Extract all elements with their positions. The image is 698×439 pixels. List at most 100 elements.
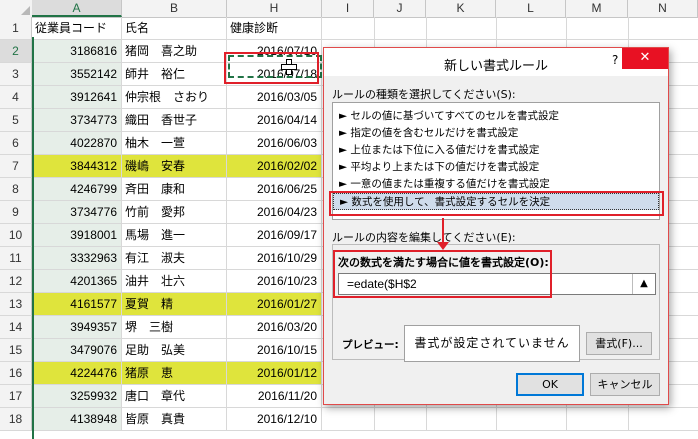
cell-name[interactable]: 仲宗根 さおり	[122, 86, 227, 109]
cell-name[interactable]: 竹前 愛邦	[122, 201, 227, 224]
cell-health-check-date[interactable]: 2016/09/17	[227, 224, 322, 247]
ok-button[interactable]: OK	[516, 373, 584, 396]
cell-employee-code[interactable]: 3949357	[32, 316, 122, 339]
row-header[interactable]: 3	[0, 63, 32, 86]
cell-name[interactable]: 柚木 一萱	[122, 132, 227, 155]
cell-health-check-date[interactable]: 2016/01/27	[227, 293, 322, 316]
close-icon[interactable]: ✕	[622, 48, 668, 69]
cell-employee-code[interactable]: 4201365	[32, 270, 122, 293]
row-header[interactable]: 13	[0, 293, 32, 316]
cell-name[interactable]: 有江 淑夫	[122, 247, 227, 270]
row-header[interactable]: 16	[0, 362, 32, 385]
cell-name[interactable]: 猪原 恵	[122, 362, 227, 385]
cell-employee-code[interactable]: 3912641	[32, 86, 122, 109]
row-header[interactable]: 14	[0, 316, 32, 339]
header-cell-employee-code[interactable]: 従業員コード	[32, 17, 122, 40]
row-header[interactable]: 11	[0, 247, 32, 270]
dialog-titlebar: 新しい書式ルール ? ✕	[324, 48, 668, 76]
row-header[interactable]: 18	[0, 408, 32, 431]
rule-type-item[interactable]: ► 平均より上または下の値だけを書式設定	[333, 159, 659, 176]
cell-name[interactable]: 油井 壮六	[122, 270, 227, 293]
cell-name[interactable]: 織田 香世子	[122, 109, 227, 132]
column-header-n[interactable]: N	[628, 0, 698, 17]
cell-employee-code[interactable]: 3332963	[32, 247, 122, 270]
cell-health-check-date[interactable]: 2016/03/05	[227, 86, 322, 109]
row-header[interactable]: 1	[0, 17, 32, 40]
cell-name[interactable]: 足助 弘美	[122, 339, 227, 362]
column-header-b[interactable]: B	[122, 0, 227, 17]
column-header-h[interactable]: H	[227, 0, 322, 17]
select-all-corner[interactable]	[0, 0, 33, 17]
cell-name[interactable]: 磯嶋 安春	[122, 155, 227, 178]
cell-health-check-date[interactable]: 2016/03/20	[227, 316, 322, 339]
row-header[interactable]: 12	[0, 270, 32, 293]
cell-name[interactable]: 夏賀 精	[122, 293, 227, 316]
cell-employee-code[interactable]: 3186816	[32, 40, 122, 63]
cell-employee-code[interactable]: 3552142	[32, 63, 122, 86]
annotation-arrow-head	[437, 242, 449, 250]
cell-name[interactable]: 師井 裕仁	[122, 63, 227, 86]
empty-row-cells[interactable]	[322, 17, 698, 40]
format-button[interactable]: 書式(F)...	[586, 332, 652, 355]
cell-name[interactable]: 唐口 章代	[122, 385, 227, 408]
cell-health-check-date[interactable]: 2016/04/23	[227, 201, 322, 224]
cell-health-check-date[interactable]: 2016/01/12	[227, 362, 322, 385]
row-header[interactable]: 4	[0, 86, 32, 109]
preview-label: プレビュー:	[342, 339, 399, 351]
row-header[interactable]: 9	[0, 201, 32, 224]
column-header-j[interactable]: J	[374, 0, 426, 17]
cell-employee-code[interactable]: 3734773	[32, 109, 122, 132]
cell-health-check-date[interactable]: 2016/06/03	[227, 132, 322, 155]
rule-type-item[interactable]: ► 指定の値を含むセルだけを書式設定	[333, 125, 659, 142]
cell-health-check-date[interactable]: 2016/02/02	[227, 155, 322, 178]
collapse-dialog-icon[interactable]: ▲	[632, 274, 655, 294]
cell-employee-code[interactable]: 3734776	[32, 201, 122, 224]
cell-health-check-date[interactable]: 2016/06/25	[227, 178, 322, 201]
cell-employee-code[interactable]: 3479076	[32, 339, 122, 362]
rule-type-item[interactable]: ► 上位または下位に入る値だけを書式設定	[333, 142, 659, 159]
cell-name[interactable]: 皆原 真貴	[122, 408, 227, 431]
cell-employee-code[interactable]: 3844312	[32, 155, 122, 178]
cell-name[interactable]: 猪岡 喜之助	[122, 40, 227, 63]
row-header[interactable]: 5	[0, 109, 32, 132]
help-icon[interactable]: ?	[612, 53, 618, 67]
row-header[interactable]: 7	[0, 155, 32, 178]
cell-employee-code[interactable]: 4138948	[32, 408, 122, 431]
column-header-i[interactable]: I	[322, 0, 374, 17]
header-cell-name[interactable]: 氏名	[122, 17, 227, 40]
cell-name[interactable]: 斉田 康和	[122, 178, 227, 201]
empty-row-cells[interactable]	[322, 408, 698, 431]
rule-type-item[interactable]: ► セルの値に基づいてすべてのセルを書式設定	[333, 108, 659, 125]
cell-employee-code[interactable]: 3918001	[32, 224, 122, 247]
new-format-rule-dialog: 新しい書式ルール ? ✕ ルールの種類を選択してください(S): ► セルの値に…	[323, 47, 669, 405]
cell-cursor-icon	[281, 59, 297, 75]
cell-health-check-date[interactable]: 2016/10/15	[227, 339, 322, 362]
cell-health-check-date[interactable]: 2016/10/23	[227, 270, 322, 293]
cell-name[interactable]: 堺 三樹	[122, 316, 227, 339]
cell-employee-code[interactable]: 4022870	[32, 132, 122, 155]
annotation-box-h2	[224, 52, 319, 84]
edit-rule-label: ルールの内容を編集してください(E):	[332, 231, 516, 244]
row-header[interactable]: 6	[0, 132, 32, 155]
row-header[interactable]: 15	[0, 339, 32, 362]
column-header-m[interactable]: M	[566, 0, 628, 17]
row-header[interactable]: 17	[0, 385, 32, 408]
cell-employee-code[interactable]: 4161577	[32, 293, 122, 316]
cell-health-check-date[interactable]: 2016/04/14	[227, 109, 322, 132]
cell-employee-code[interactable]: 3259932	[32, 385, 122, 408]
cell-health-check-date[interactable]: 2016/10/29	[227, 247, 322, 270]
cell-health-check-date[interactable]: 2016/12/10	[227, 408, 322, 431]
row-header[interactable]: 10	[0, 224, 32, 247]
column-header-l[interactable]: L	[496, 0, 566, 17]
annotation-box-rule-type	[329, 191, 664, 216]
column-header-a[interactable]: A	[32, 0, 122, 17]
row-header[interactable]: 8	[0, 178, 32, 201]
cell-employee-code[interactable]: 4246799	[32, 178, 122, 201]
row-header[interactable]: 2	[0, 40, 32, 63]
column-header-k[interactable]: K	[426, 0, 496, 17]
cell-health-check-date[interactable]: 2016/11/20	[227, 385, 322, 408]
cell-name[interactable]: 馬場 進一	[122, 224, 227, 247]
header-cell-health-check[interactable]: 健康診断	[227, 17, 322, 40]
cancel-button[interactable]: キャンセル	[590, 373, 660, 396]
cell-employee-code[interactable]: 4224476	[32, 362, 122, 385]
